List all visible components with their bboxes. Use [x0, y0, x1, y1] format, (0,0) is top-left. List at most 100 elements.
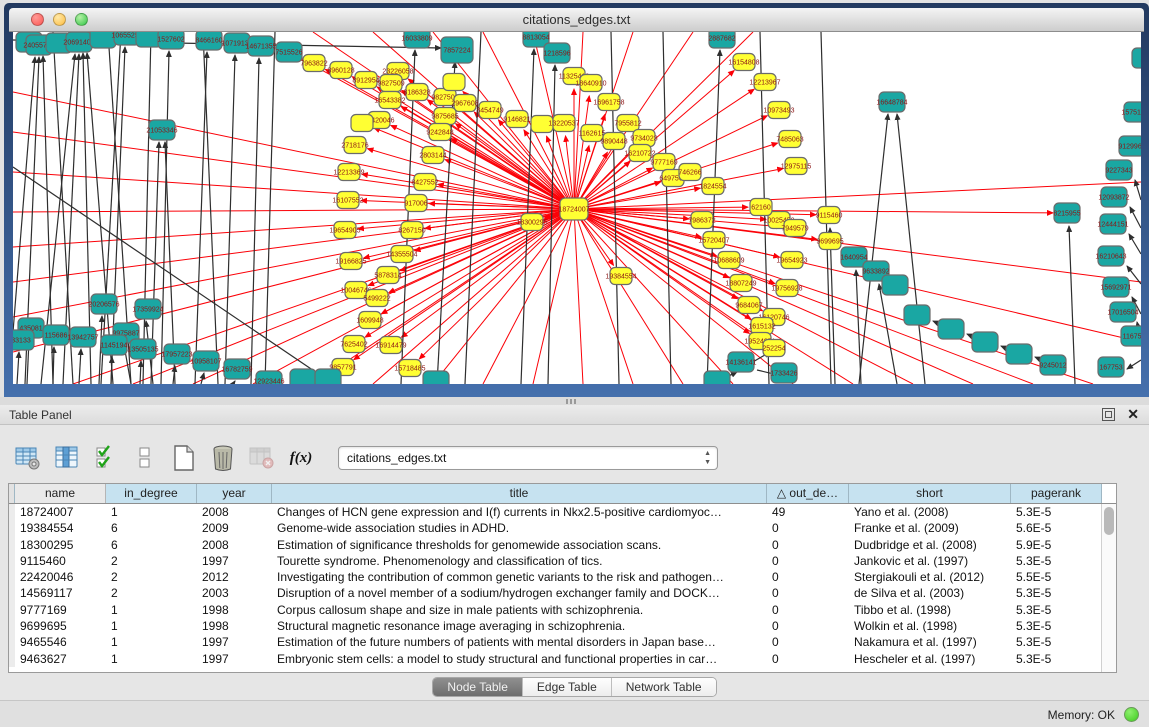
- cell-year[interactable]: 1998: [197, 602, 272, 618]
- cell-short[interactable]: Franke et al. (2009): [849, 520, 1011, 536]
- graph-node[interactable]: 15692971: [1100, 277, 1131, 297]
- graph-node[interactable]: 13505135: [127, 339, 158, 359]
- graph-node[interactable]: 7986372: [688, 212, 715, 229]
- graph-node[interactable]: 10688609: [713, 252, 744, 269]
- graph-node[interactable]: 12093872: [1098, 187, 1129, 207]
- graph-node[interactable]: 17957223: [161, 344, 192, 364]
- graph-node[interactable]: 8215955: [1053, 203, 1080, 223]
- close-panel-icon[interactable]: ✕: [1127, 408, 1139, 421]
- graph-node[interactable]: 19654923: [776, 252, 807, 269]
- graph-node[interactable]: 16961758: [593, 94, 624, 111]
- graph-node[interactable]: 115686: [43, 325, 69, 345]
- select-columns-icon[interactable]: [53, 444, 81, 472]
- cell-pagerank[interactable]: 5.6E-5: [1011, 520, 1102, 536]
- graph-node[interactable]: 1218596: [543, 43, 570, 63]
- citation-network-graph[interactable]: 7963822896012889129542322605898275091654…: [13, 32, 1141, 384]
- cell-pagerank[interactable]: 5.3E-5: [1011, 585, 1102, 601]
- table-row[interactable]: 1872400712008Changes of HCN gene express…: [9, 504, 1116, 520]
- graph-node[interactable]: 19166825: [335, 253, 366, 270]
- graph-node[interactable]: 5878314: [374, 267, 401, 284]
- cell-short[interactable]: Yano et al. (2008): [849, 504, 1011, 520]
- graph-node[interactable]: 16648784: [876, 92, 907, 112]
- graph-node[interactable]: 8960128: [327, 62, 354, 79]
- graph-node[interactable]: 1145194: [101, 335, 128, 355]
- graph-node[interactable]: [423, 371, 449, 384]
- graph-node[interactable]: 7515526: [275, 42, 302, 62]
- graph-node[interactable]: 16543382: [374, 92, 405, 109]
- cell-title[interactable]: Genome-wide association studies in ADHD.: [272, 520, 767, 536]
- graph-node[interactable]: 746266: [678, 164, 701, 181]
- cell-in_degree[interactable]: 1: [106, 504, 197, 520]
- cell-name[interactable]: 18724007: [15, 504, 106, 520]
- graph-node[interactable]: 9777169: [650, 154, 677, 171]
- graph-node[interactable]: 13942757: [67, 327, 98, 347]
- graph-node[interactable]: [938, 319, 964, 339]
- graph-node[interactable]: 9875685: [431, 108, 458, 125]
- graph-node[interactable]: 16154808: [728, 54, 759, 71]
- cell-year[interactable]: 1997: [197, 634, 272, 650]
- graph-node[interactable]: 16210643: [1095, 246, 1126, 266]
- cell-name[interactable]: 14569117: [15, 585, 106, 601]
- table-row[interactable]: 969969511998Structural magnetic resonanc…: [9, 618, 1116, 634]
- table-row[interactable]: 1456911722003Disruption of a novel membe…: [9, 585, 1116, 601]
- cell-name[interactable]: 18300295: [15, 537, 106, 553]
- table-row[interactable]: 911546021997Tourette syndrome. Phenomeno…: [9, 553, 1116, 569]
- graph-node[interactable]: 7485063: [776, 131, 803, 148]
- cell-pagerank[interactable]: 5.3E-5: [1011, 651, 1102, 667]
- cell-out_de[interactable]: 0: [767, 651, 849, 667]
- cell-out_de[interactable]: 0: [767, 585, 849, 601]
- cell-short[interactable]: Wolkin et al. (1998): [849, 618, 1011, 634]
- column-header-short[interactable]: short: [849, 484, 1011, 503]
- cell-short[interactable]: Dudbridge et al. (2008): [849, 537, 1011, 553]
- cell-pagerank[interactable]: 5.3E-5: [1011, 618, 1102, 634]
- graph-node[interactable]: 19384554: [605, 268, 636, 285]
- graph-node[interactable]: 9699695: [816, 233, 843, 250]
- graph-node[interactable]: 1733426: [770, 363, 797, 383]
- graph-node[interactable]: 16782759: [221, 359, 252, 379]
- cell-short[interactable]: Stergiakouli et al. (2012): [849, 569, 1011, 585]
- graph-node[interactable]: 12975115: [781, 158, 812, 175]
- graph-node[interactable]: 8427552: [411, 174, 438, 191]
- close-window-button[interactable]: [31, 13, 44, 26]
- graph-node[interactable]: 8454749: [476, 102, 503, 119]
- graph-node[interactable]: 12444151: [1097, 214, 1128, 234]
- cell-pagerank[interactable]: 5.3E-5: [1011, 602, 1102, 618]
- column-header-year[interactable]: year: [197, 484, 272, 503]
- cell-year[interactable]: 1998: [197, 618, 272, 634]
- cell-out_de[interactable]: 0: [767, 520, 849, 536]
- cell-name[interactable]: 9463627: [15, 651, 106, 667]
- graph-node[interactable]: [904, 305, 930, 325]
- table-row[interactable]: 1830029562008Estimation of significance …: [9, 537, 1116, 553]
- graph-node[interactable]: [351, 115, 373, 132]
- tab-node-table[interactable]: Node Table: [433, 678, 523, 696]
- graph-node[interactable]: 10958107: [190, 351, 221, 371]
- graph-node[interactable]: 19756928: [771, 280, 802, 297]
- graph-node[interactable]: 9115460: [816, 207, 843, 224]
- graph-node[interactable]: 15718485: [394, 360, 425, 377]
- graph-node[interactable]: 15720407: [698, 232, 729, 249]
- graph-node[interactable]: 8267150: [398, 222, 425, 239]
- graph-node[interactable]: 12923446: [253, 371, 284, 384]
- cell-year[interactable]: 1997: [197, 651, 272, 667]
- graph-node[interactable]: 12213967: [749, 74, 780, 91]
- graph-node[interactable]: 12213369: [333, 164, 364, 181]
- graph-node[interactable]: 5499222: [363, 290, 390, 307]
- graph-node[interactable]: 10973493: [763, 102, 794, 119]
- graph-node[interactable]: 7625402: [340, 336, 367, 353]
- unselect-all-icon[interactable]: [131, 444, 159, 472]
- cell-out_de[interactable]: 49: [767, 504, 849, 520]
- graph-node[interactable]: 9129966: [1118, 136, 1141, 156]
- cell-pagerank[interactable]: 5.3E-5: [1011, 634, 1102, 650]
- cell-in_degree[interactable]: 1: [106, 602, 197, 618]
- cell-in_degree[interactable]: 1: [106, 634, 197, 650]
- graph-node[interactable]: 9242848: [426, 124, 453, 141]
- graph-node[interactable]: 9684067: [735, 297, 762, 314]
- cell-year[interactable]: 2012: [197, 569, 272, 585]
- graph-node[interactable]: 14136141: [725, 352, 756, 372]
- cell-in_degree[interactable]: 6: [106, 537, 197, 553]
- graph-node[interactable]: 9146821: [503, 111, 530, 128]
- cell-in_degree[interactable]: 2: [106, 553, 197, 569]
- cell-out_de[interactable]: 0: [767, 569, 849, 585]
- graph-node[interactable]: 116753: [1121, 326, 1141, 346]
- new-document-icon[interactable]: [170, 444, 198, 472]
